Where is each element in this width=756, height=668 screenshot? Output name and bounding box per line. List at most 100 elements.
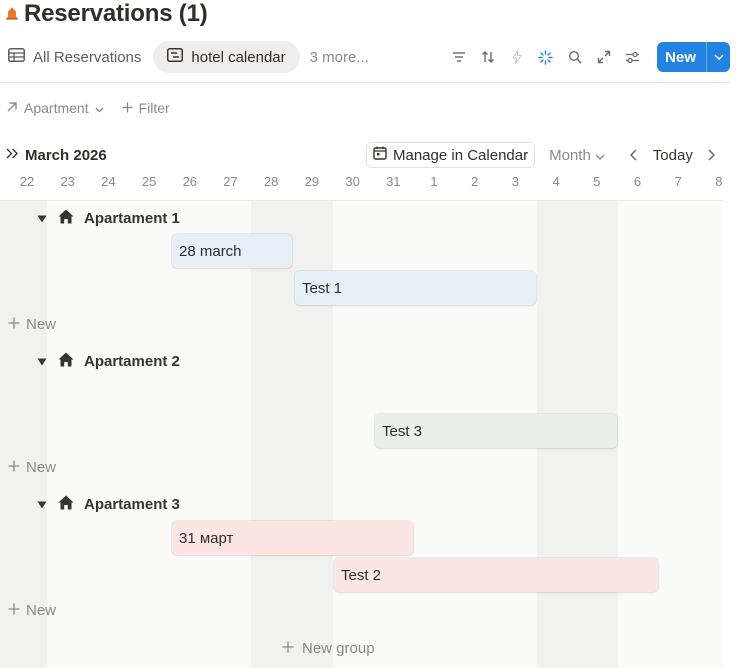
add-filter-button[interactable]: Filter bbox=[116, 100, 176, 116]
light-column bbox=[618, 201, 722, 668]
group-name: Apartament 2 bbox=[84, 353, 180, 370]
day-number: 28 bbox=[263, 174, 279, 189]
tab-all-reservations[interactable]: All Reservations bbox=[0, 41, 149, 73]
page-header: Reservations (1) bbox=[0, 0, 208, 28]
new-button-group: New bbox=[657, 42, 730, 72]
view-range-value: Month bbox=[549, 146, 591, 164]
day-number: 22 bbox=[19, 174, 35, 189]
new-item-button[interactable]: New bbox=[8, 459, 56, 476]
group-header-apartament-3[interactable]: Apartament 3 bbox=[36, 495, 180, 514]
day-number: 2 bbox=[471, 174, 479, 189]
event-title: 28 march bbox=[179, 242, 242, 260]
home-icon bbox=[58, 352, 74, 371]
home-icon bbox=[58, 209, 74, 228]
day-number: 27 bbox=[223, 174, 238, 189]
divider bbox=[0, 82, 730, 83]
toolbar: New bbox=[446, 42, 730, 72]
filter-icon[interactable] bbox=[446, 43, 471, 71]
views-bar: All Reservations hotel calendar 3 more..… bbox=[0, 38, 730, 76]
day-number: 23 bbox=[60, 174, 75, 189]
home-icon bbox=[58, 495, 74, 514]
triangle-down-icon[interactable] bbox=[36, 358, 48, 366]
chevron-down-icon bbox=[595, 147, 605, 164]
new-button[interactable]: New bbox=[657, 42, 706, 72]
new-label: New bbox=[26, 316, 57, 333]
new-group-label: New group bbox=[302, 640, 375, 657]
triangle-down-icon[interactable] bbox=[36, 215, 48, 223]
event-title: Test 3 bbox=[382, 422, 423, 440]
tab-label: hotel calendar bbox=[191, 48, 286, 66]
plus-icon bbox=[8, 602, 20, 619]
chevron-left-icon[interactable] bbox=[623, 144, 645, 166]
day-number: 7 bbox=[674, 174, 682, 189]
group-by-label: Apartment bbox=[24, 100, 89, 116]
plus-icon bbox=[8, 459, 20, 476]
filter-label: Filter bbox=[138, 100, 170, 116]
page-title[interactable]: Reservations (1) bbox=[24, 0, 208, 28]
calendar-icon bbox=[373, 146, 387, 164]
new-label: New bbox=[26, 459, 57, 476]
manage-in-calendar-button[interactable]: Manage in Calendar bbox=[366, 142, 536, 168]
event-test-2[interactable]: Test 2 bbox=[334, 558, 658, 592]
more-views-button[interactable]: 3 more... bbox=[306, 45, 373, 70]
new-group-button[interactable]: New group bbox=[282, 640, 375, 657]
chevron-down-icon bbox=[95, 100, 104, 116]
tab-label: All Reservations bbox=[33, 48, 142, 66]
day-number: 6 bbox=[633, 174, 642, 189]
chevron-right-icon[interactable] bbox=[701, 144, 723, 166]
new-item-button[interactable]: New bbox=[8, 316, 56, 333]
event-28-march[interactable]: 28 march bbox=[172, 234, 292, 268]
light-column bbox=[47, 201, 251, 668]
shaded-column bbox=[0, 201, 47, 668]
group-header-apartament-2[interactable]: Apartament 2 bbox=[36, 352, 180, 371]
event-test-1[interactable]: Test 1 bbox=[295, 271, 536, 305]
day-number: 31 bbox=[386, 174, 401, 189]
group-header-apartament-1[interactable]: Apartament 1 bbox=[36, 209, 180, 228]
timeline-icon bbox=[167, 48, 184, 66]
ai-sparkle-icon[interactable] bbox=[533, 43, 558, 71]
event-title: Test 2 bbox=[341, 566, 382, 584]
bell-icon[interactable] bbox=[0, 6, 24, 22]
day-number: 29 bbox=[304, 174, 320, 189]
day-number: 3 bbox=[511, 174, 519, 189]
tab-hotel-calendar[interactable]: hotel calendar bbox=[153, 41, 300, 73]
day-number: 25 bbox=[141, 174, 157, 189]
arrow-up-right-icon bbox=[6, 100, 18, 116]
day-number: 24 bbox=[101, 174, 116, 189]
calendar-header: March 2026 Manage in Calendar Month Toda… bbox=[0, 142, 730, 168]
plus-icon bbox=[282, 640, 294, 657]
search-icon[interactable] bbox=[562, 43, 587, 71]
day-number: 26 bbox=[182, 174, 198, 189]
day-headers: 22 23 24 25 26 27 28 29 30 31 1 2 3 4 5 6 7 8 bbox=[0, 174, 756, 192]
event-31-mart[interactable]: 31 март bbox=[172, 521, 413, 555]
expand-icon[interactable] bbox=[591, 43, 616, 71]
double-chevron-right-icon[interactable] bbox=[6, 146, 19, 164]
chevron-down-icon[interactable] bbox=[706, 42, 730, 72]
today-button[interactable]: Today bbox=[645, 147, 701, 164]
day-number: 1 bbox=[430, 174, 438, 189]
event-title: Test 1 bbox=[302, 279, 343, 297]
settings-icon[interactable] bbox=[620, 43, 645, 71]
day-number: 8 bbox=[715, 174, 723, 189]
event-test-3[interactable]: Test 3 bbox=[375, 414, 617, 448]
plus-icon bbox=[122, 100, 133, 116]
group-name: Apartament 3 bbox=[84, 496, 180, 513]
day-number: 30 bbox=[345, 174, 360, 189]
event-title: 31 март bbox=[179, 529, 234, 547]
automation-icon[interactable] bbox=[504, 43, 529, 71]
filter-bar: Apartment Filter bbox=[0, 96, 176, 120]
new-item-button[interactable]: New bbox=[8, 602, 56, 619]
sort-icon[interactable] bbox=[475, 43, 500, 71]
timeline-grid: Apartament 1 28 march Test 1 New Apartam… bbox=[0, 201, 722, 668]
day-number: 5 bbox=[593, 174, 601, 189]
month-label: March 2026 bbox=[25, 146, 107, 164]
day-number: 4 bbox=[552, 174, 560, 189]
triangle-down-icon[interactable] bbox=[36, 501, 48, 509]
manage-label: Manage in Calendar bbox=[393, 146, 529, 164]
view-range-select[interactable]: Month bbox=[549, 147, 605, 164]
table-icon bbox=[8, 48, 25, 66]
plus-icon bbox=[8, 316, 20, 333]
group-name: Apartament 1 bbox=[84, 210, 180, 227]
new-label: New bbox=[26, 602, 57, 619]
group-by-apartment[interactable]: Apartment bbox=[0, 100, 110, 116]
